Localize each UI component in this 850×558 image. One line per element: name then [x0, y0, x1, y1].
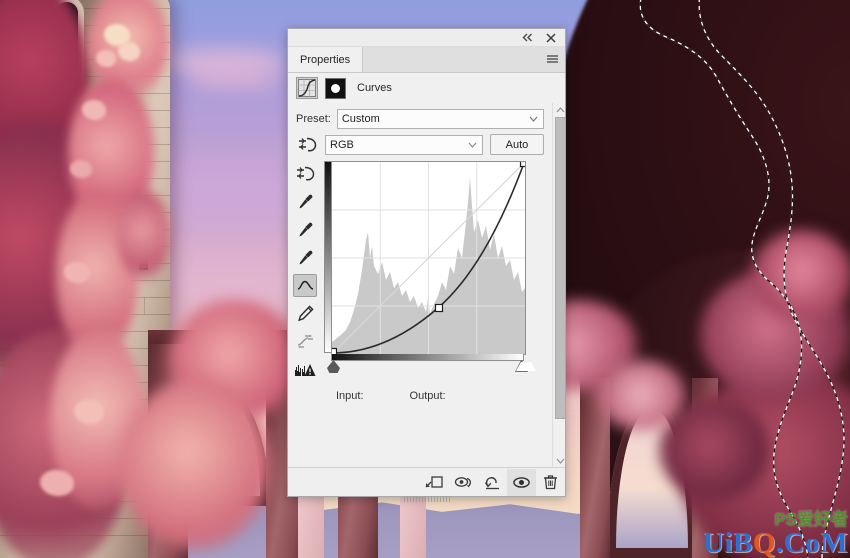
white-point-slider[interactable] [515, 360, 536, 372]
blossom-tree [596, 360, 686, 430]
blossom-cluster [70, 160, 92, 178]
collapse-panel-icon[interactable] [521, 31, 534, 44]
adjustment-header: Curves [288, 73, 565, 103]
input-output-row: Input: Output: [288, 381, 552, 402]
auto-button[interactable]: Auto [490, 134, 544, 155]
input-label: Input: [336, 390, 364, 402]
delete-adjustment-layer-icon[interactable] [536, 469, 565, 496]
smooth-curve-icon[interactable] [293, 330, 317, 353]
watermark: PS爱好者 UiBQ.CoM [703, 511, 848, 558]
preset-select[interactable]: Custom [336, 109, 544, 129]
curve-point-mid [434, 303, 444, 313]
blossom-tree [120, 380, 270, 550]
panel-body: Preset: Custom RGB Auto Input: Output: [288, 103, 565, 467]
curve-point-white [519, 162, 525, 168]
adjustment-label: Curves [357, 82, 392, 94]
ivy-mass [118, 190, 170, 280]
panel-resize-grip[interactable] [403, 496, 450, 502]
panel-tabrow: Properties [288, 47, 565, 73]
blossom-tree [752, 230, 850, 320]
eyedropper-black-point-icon[interactable] [293, 190, 317, 213]
curve-tools [290, 161, 320, 381]
blossom-cluster [64, 262, 90, 283]
hamburger-menu-icon[interactable] [539, 47, 565, 72]
preset-value: Custom [341, 113, 380, 125]
output-gradient-ramp [324, 161, 331, 353]
close-icon[interactable] [544, 31, 557, 44]
curves-adjustment-icon[interactable] [296, 77, 318, 99]
layer-mask-thumbnail[interactable] [325, 77, 346, 99]
blossom-cluster [118, 42, 140, 61]
eyedropper-gray-point-icon[interactable] [293, 218, 317, 241]
panel-content: Preset: Custom RGB Auto Input: Output: [288, 103, 552, 467]
properties-panel[interactable]: Properties Curves Preset: Custom RGB Aut… [287, 28, 566, 502]
tabbar-filler [363, 47, 539, 72]
blossom-cluster [74, 400, 104, 424]
watermark-site-part: Q [752, 527, 776, 558]
curve-plot[interactable] [332, 162, 525, 354]
panel-titlebar [288, 29, 565, 47]
watermark-site-part: .CoM [775, 527, 848, 558]
eyedropper-white-point-icon[interactable] [293, 246, 317, 269]
view-previous-state-icon[interactable] [449, 469, 478, 496]
cloud [188, 70, 283, 90]
output-label: Output: [409, 390, 446, 402]
watermark-tagline: PS爱好者 [774, 510, 848, 529]
on-image-adjustment-icon[interactable] [296, 136, 318, 153]
pencil-draw-curve-icon[interactable] [293, 302, 317, 325]
tab-label: Properties [300, 53, 351, 66]
curve-area [288, 161, 552, 381]
auto-label: Auto [505, 138, 529, 151]
curve-point-tool-icon[interactable] [293, 274, 317, 297]
on-image-adjust-icon[interactable] [293, 162, 317, 185]
input-gradient-ramp [331, 354, 524, 361]
blossom-cluster [40, 470, 74, 496]
scroll-up-icon[interactable] [556, 103, 565, 116]
toggle-layer-visibility-icon[interactable] [507, 468, 536, 496]
blossom-cluster [96, 50, 116, 67]
preset-label: Preset: [296, 113, 331, 125]
scrollbar-thumb[interactable] [555, 117, 565, 419]
scroll-down-icon[interactable] [556, 454, 565, 467]
blossom-cluster [82, 100, 106, 120]
mask-dot [331, 83, 340, 93]
curve-graph[interactable] [324, 161, 536, 373]
chevron-down-icon [468, 139, 477, 151]
preset-row: Preset: Custom [288, 107, 552, 134]
chevron-down-icon [529, 113, 538, 125]
panel-scrollbar[interactable] [552, 103, 565, 467]
channel-value: RGB [330, 138, 354, 151]
curve-grid[interactable] [331, 161, 526, 355]
histogram-clipping-warning-icon[interactable] [293, 358, 317, 381]
channel-select[interactable]: RGB [325, 134, 483, 155]
watermark-site-part: Ui [703, 527, 734, 558]
reset-adjustment-icon[interactable] [478, 469, 507, 496]
channel-row: RGB Auto [288, 134, 552, 161]
clip-to-layer-icon[interactable] [420, 469, 449, 496]
black-point-slider[interactable] [327, 360, 340, 373]
watermark-site-part: B [733, 527, 753, 558]
watermark-site: UiBQ.CoM [703, 529, 848, 558]
panel-footer [288, 467, 565, 496]
scrollbar-track[interactable] [553, 116, 565, 454]
tab-properties[interactable]: Properties [288, 47, 364, 72]
screenshot-stage: Properties Curves Preset: Custom RGB Aut… [0, 0, 850, 558]
